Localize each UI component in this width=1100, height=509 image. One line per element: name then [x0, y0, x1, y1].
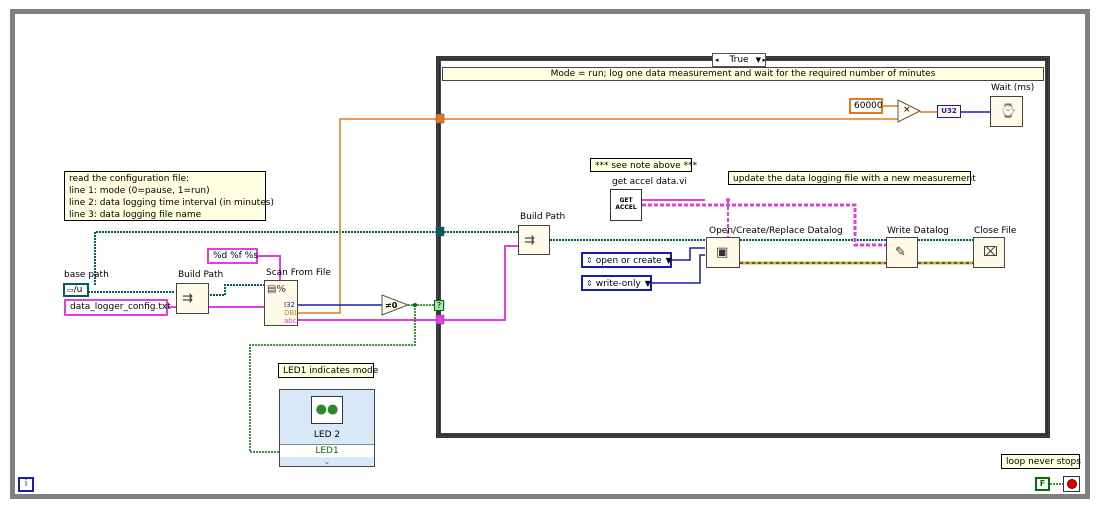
stop-false-constant[interactable]: F — [1035, 477, 1050, 491]
base-path-icon: ▭ — [67, 286, 74, 294]
scan-output-string: abc — [284, 317, 297, 325]
wire-layer — [88, 99, 1063, 485]
case-selector-terminal[interactable]: ? — [434, 300, 444, 311]
base-path-control[interactable]: ▭/u — [63, 283, 89, 297]
led-node-title: LED 2 — [313, 430, 341, 440]
config-note-line: line 2: data logging time interval (in m… — [69, 198, 274, 208]
loop-never-stops-note: loop never stops — [1001, 454, 1081, 469]
build-path-node[interactable]: ⇉ — [176, 283, 209, 314]
get-accel-node[interactable]: GET ACCEL — [610, 189, 642, 221]
open-datalog-node[interactable]: ▣ — [706, 237, 740, 268]
scan-output-dbl: DBL — [284, 309, 299, 317]
not-equal-zero-glyph: ≠0 — [385, 301, 398, 310]
open-file-icon: ▣ — [716, 245, 729, 260]
u32-conversion-node[interactable]: U32 — [937, 105, 961, 118]
close-file-node[interactable]: ⌧ — [973, 237, 1005, 268]
expand-chevron-icon[interactable]: ⌄ — [280, 457, 374, 466]
scan-output-i32: I32 — [284, 301, 295, 309]
scan-from-file-label: Scan From File — [266, 268, 331, 278]
enum-updown-icon[interactable]: ⇕ — [586, 256, 593, 265]
wait-ms-node[interactable]: ⌚ — [990, 96, 1023, 127]
base-path-label: base path — [64, 270, 109, 280]
multiply-glyph: × — [903, 105, 911, 115]
wait-ms-constant[interactable]: 60000 — [849, 98, 883, 114]
scan-file-icon: ▤% — [267, 284, 286, 295]
config-note: read the configuration file: line 1: mod… — [64, 171, 274, 221]
led-note: LED1 indicates mode — [278, 363, 378, 378]
build-path-2-icon: ⇉ — [524, 233, 535, 248]
wait-ms-label: Wait (ms) — [991, 83, 1035, 93]
get-accel-icon-line: GET — [619, 197, 633, 204]
config-filename-constant[interactable]: data_logger_config.txt — [64, 299, 171, 316]
config-note-line: line 3: data logging file name — [69, 210, 202, 220]
access-mode-enum[interactable]: ⇕ write-only ▼ — [581, 275, 652, 291]
access-mode-value: write-only — [595, 279, 641, 289]
base-path-value: /u — [73, 285, 83, 295]
dropdown-arrow-icon[interactable]: ▼ — [666, 256, 672, 265]
build-path-label: Build Path — [178, 270, 224, 280]
open-mode-value: open or create — [595, 256, 662, 266]
build-path-2-node[interactable]: ⇉ — [518, 225, 550, 255]
write-datalog-label: Write Datalog — [887, 226, 949, 236]
write-file-icon: ✎ — [895, 245, 906, 260]
dropdown-arrow-icon[interactable]: ▼ — [645, 279, 651, 288]
iteration-terminal[interactable]: i — [18, 477, 34, 492]
led-node-item[interactable]: LED1 — [280, 444, 374, 457]
write-datalog-node[interactable]: ✎ — [886, 237, 918, 268]
stop-terminal-icon[interactable] — [1063, 476, 1080, 492]
scan-from-file-node[interactable]: ▤% I32 DBL abc — [264, 280, 298, 326]
build-path-icon: ⇉ — [182, 291, 193, 306]
get-accel-label: get accel data.vi — [612, 177, 687, 187]
update-note: update the data logging file with a new … — [728, 171, 976, 185]
open-mode-enum[interactable]: ⇕ open or create ▼ — [581, 252, 672, 268]
config-note-line: line 1: mode (0=pause, 1=run) — [69, 186, 210, 196]
open-datalog-label: Open/Create/Replace Datalog — [709, 226, 843, 236]
close-file-label: Close File — [974, 226, 1017, 236]
build-path-2-label: Build Path — [520, 212, 566, 222]
get-accel-icon-line: ACCEL — [615, 204, 637, 211]
see-note: *** see note above *** — [590, 158, 697, 172]
watch-icon: ⌚ — [1000, 104, 1017, 119]
close-file-icon: ⌧ — [983, 245, 998, 260]
format-string-constant[interactable]: %d %f %s — [207, 248, 258, 264]
led-icon: ●● — [311, 396, 343, 424]
config-note-line: read the configuration file: — [69, 174, 190, 184]
led-property-node[interactable]: ●● LED 2 LED1 ⌄ — [279, 389, 375, 467]
enum-updown-icon[interactable]: ⇕ — [586, 279, 593, 288]
